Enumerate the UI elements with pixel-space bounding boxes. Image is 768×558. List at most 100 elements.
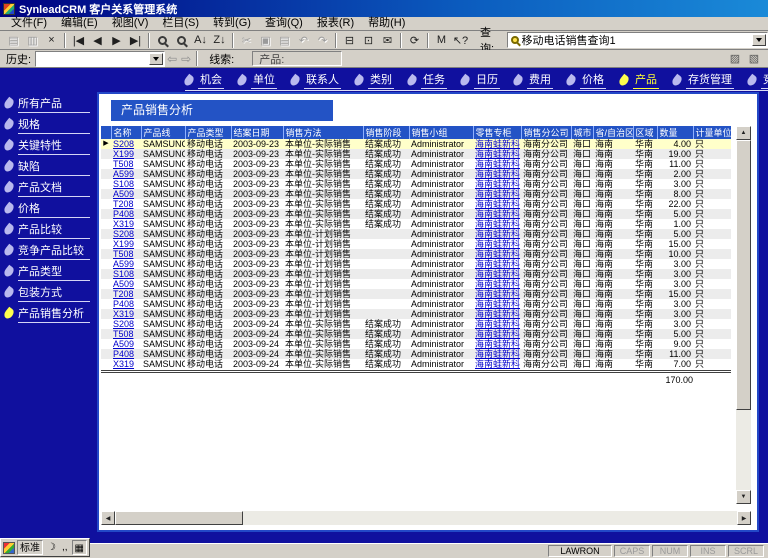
tab-9[interactable]: 存货管理 bbox=[673, 71, 734, 89]
table-row[interactable]: T208SAMSUNG移动电话2003-09-23本单位-计划销售Adminis… bbox=[101, 289, 731, 299]
table-row[interactable]: T508SAMSUNG移动电话2003-09-24本单位-实际销售结案成功Adm… bbox=[101, 329, 731, 339]
sidebar-item-5[interactable]: 价格 bbox=[0, 198, 95, 219]
forward-icon[interactable]: ⇨ bbox=[181, 52, 191, 66]
shop-link[interactable]: 海南蛙新科 bbox=[475, 169, 520, 179]
shop-link[interactable]: 海南蛙新科 bbox=[475, 329, 520, 339]
col-header-10[interactable]: 省/自治区 bbox=[593, 126, 633, 139]
product-link[interactable]: S208 bbox=[113, 229, 134, 239]
ime-logo-icon[interactable] bbox=[3, 542, 15, 554]
find-icon[interactable] bbox=[153, 32, 172, 48]
horizontal-scrollbar[interactable]: ◀ ▶ bbox=[101, 511, 751, 525]
product-link[interactable]: P408 bbox=[113, 209, 134, 219]
view-records-icon[interactable]: ▨ bbox=[727, 52, 743, 66]
tab-4[interactable]: 任务 bbox=[408, 71, 447, 89]
product-link[interactable]: S108 bbox=[113, 269, 134, 279]
shop-link[interactable]: 海南蛙新科 bbox=[475, 189, 520, 199]
table-row[interactable]: A509SAMSUNG移动电话2003-09-23本单位-实际销售结案成功Adm… bbox=[101, 189, 731, 199]
shop-link[interactable]: 海南蛙新科 bbox=[475, 239, 520, 249]
col-header-12[interactable]: 数量 bbox=[657, 126, 693, 139]
sidebar-item-7[interactable]: 竞争产品比较 bbox=[0, 240, 95, 261]
scroll-down-icon[interactable]: ▼ bbox=[736, 490, 751, 504]
vertical-scrollbar[interactable]: ▲ ▼ bbox=[736, 126, 751, 504]
table-row[interactable]: S208SAMSUNG移动电话2003-09-24本单位-实际销售结案成功Adm… bbox=[101, 319, 731, 329]
ime-toolbar[interactable]: 标准 ☽ ,, ▦ bbox=[0, 538, 90, 557]
product-link[interactable]: X199 bbox=[113, 239, 134, 249]
product-link[interactable]: X319 bbox=[113, 359, 134, 369]
product-link[interactable]: T208 bbox=[113, 289, 134, 299]
tab-1[interactable]: 单位 bbox=[238, 71, 277, 89]
menu-item-5[interactable]: 查询(Q) bbox=[258, 17, 310, 30]
tab-2[interactable]: 联系人 bbox=[291, 71, 341, 89]
ime-mode-label[interactable]: 标准 bbox=[17, 540, 43, 555]
shop-link[interactable]: 海南蛙新科 bbox=[475, 339, 520, 349]
shop-link[interactable]: 海南蛙新科 bbox=[475, 149, 520, 159]
table-row[interactable]: T508SAMSUNG移动电话2003-09-23本单位-计划销售Adminis… bbox=[101, 249, 731, 259]
table-row[interactable]: A509SAMSUNG移动电话2003-09-23本单位-计划销售Adminis… bbox=[101, 279, 731, 289]
table-row[interactable]: X319SAMSUNG移动电话2003-09-23本单位-计划销售Adminis… bbox=[101, 309, 731, 319]
last-record-icon[interactable]: ▶| bbox=[126, 32, 145, 48]
col-header-9[interactable]: 城市 bbox=[571, 126, 593, 139]
next-record-icon[interactable]: ▶ bbox=[107, 32, 126, 48]
product-link[interactable]: X319 bbox=[113, 309, 134, 319]
sidebar-item-6[interactable]: 产品比较 bbox=[0, 219, 95, 240]
shop-link[interactable]: 海南蛙新科 bbox=[475, 139, 520, 149]
history-combobox[interactable] bbox=[35, 51, 165, 67]
tab-0[interactable]: 机会 bbox=[185, 71, 224, 89]
delete-record-icon[interactable]: × bbox=[42, 32, 61, 48]
tab-5[interactable]: 日历 bbox=[461, 71, 500, 89]
col-header-8[interactable]: 销售分公司 bbox=[521, 126, 571, 139]
product-link[interactable]: X319 bbox=[113, 219, 134, 229]
col-header-13[interactable]: 计量单位 bbox=[693, 126, 731, 139]
menu-item-0[interactable]: 文件(F) bbox=[4, 17, 54, 30]
sidebar-item-1[interactable]: 规格 bbox=[0, 114, 95, 135]
refresh-icon[interactable]: ⟳ bbox=[405, 32, 424, 48]
sidebar-item-4[interactable]: 产品文档 bbox=[0, 177, 95, 198]
table-row[interactable]: P408SAMSUNG移动电话2003-09-23本单位-实际销售结案成功Adm… bbox=[101, 209, 731, 219]
query-combobox[interactable]: 移动电话销售查询1 bbox=[507, 32, 768, 48]
col-header-11[interactable]: 区域 bbox=[633, 126, 657, 139]
shop-link[interactable]: 海南蛙新科 bbox=[475, 289, 520, 299]
col-header-2[interactable]: 产品类型 bbox=[185, 126, 231, 139]
query-dropdown-arrow[interactable] bbox=[752, 34, 766, 46]
ime-halfwidth-icon[interactable]: ☽ bbox=[45, 540, 58, 555]
shop-link[interactable]: 海南蛙新科 bbox=[475, 309, 520, 319]
scroll-right-icon[interactable]: ▶ bbox=[737, 511, 751, 525]
history-dropdown-arrow[interactable] bbox=[149, 53, 163, 65]
prev-record-icon[interactable]: ◀ bbox=[88, 32, 107, 48]
sidebar-item-0[interactable]: 所有产品 bbox=[0, 93, 95, 114]
product-link[interactable]: A509 bbox=[113, 279, 134, 289]
ime-punctuation-icon[interactable]: ,, bbox=[60, 540, 70, 555]
find-all-icon[interactable]: M bbox=[432, 32, 451, 48]
back-icon[interactable]: ⇦ bbox=[167, 52, 177, 66]
tab-10[interactable]: 竞争对手 bbox=[748, 71, 768, 89]
shop-link[interactable]: 海南蛙新科 bbox=[475, 229, 520, 239]
edit-layout-icon[interactable]: ▧ bbox=[746, 52, 762, 66]
table-row[interactable]: A599SAMSUNG移动电话2003-09-23本单位-实际销售结案成功Adm… bbox=[101, 169, 731, 179]
sidebar-item-10[interactable]: 产品销售分析 bbox=[0, 303, 95, 324]
sort-ascending-icon[interactable]: A↓ bbox=[191, 32, 210, 48]
menu-item-2[interactable]: 视图(V) bbox=[105, 17, 156, 30]
sidebar-item-3[interactable]: 缺陷 bbox=[0, 156, 95, 177]
shop-link[interactable]: 海南蛙新科 bbox=[475, 269, 520, 279]
table-row[interactable]: S208SAMSUNG移动电话2003-09-23本单位-计划销售Adminis… bbox=[101, 229, 731, 239]
tab-3[interactable]: 类别 bbox=[355, 71, 394, 89]
menu-item-3[interactable]: 栏目(S) bbox=[155, 17, 206, 30]
menu-item-7[interactable]: 帮助(H) bbox=[361, 17, 412, 30]
shop-link[interactable]: 海南蛙新科 bbox=[475, 199, 520, 209]
product-link[interactable]: A509 bbox=[113, 189, 134, 199]
shop-link[interactable]: 海南蛙新科 bbox=[475, 159, 520, 169]
col-header-1[interactable]: 产品线 bbox=[141, 126, 185, 139]
table-row[interactable]: X319SAMSUNG移动电话2003-09-23本单位-实际销售结案成功Adm… bbox=[101, 219, 731, 229]
sidebar-item-2[interactable]: 关键特性 bbox=[0, 135, 95, 156]
product-link[interactable]: T508 bbox=[113, 249, 134, 259]
shop-link[interactable]: 海南蛙新科 bbox=[475, 209, 520, 219]
menu-item-4[interactable]: 转到(G) bbox=[206, 17, 258, 30]
mail-icon[interactable]: ✉ bbox=[378, 32, 397, 48]
table-row[interactable]: ▶S208SAMSUNG移动电话2003-09-23本单位-实际销售结案成功Ad… bbox=[101, 139, 731, 149]
table-row[interactable]: S108SAMSUNG移动电话2003-09-23本单位-计划销售Adminis… bbox=[101, 269, 731, 279]
col-header-4[interactable]: 销售方法 bbox=[283, 126, 363, 139]
product-link[interactable]: T508 bbox=[113, 329, 134, 339]
vertical-scroll-thumb[interactable] bbox=[736, 140, 751, 410]
shop-link[interactable]: 海南蛙新科 bbox=[475, 349, 520, 359]
col-header-7[interactable]: 零售专柜 bbox=[473, 126, 521, 139]
